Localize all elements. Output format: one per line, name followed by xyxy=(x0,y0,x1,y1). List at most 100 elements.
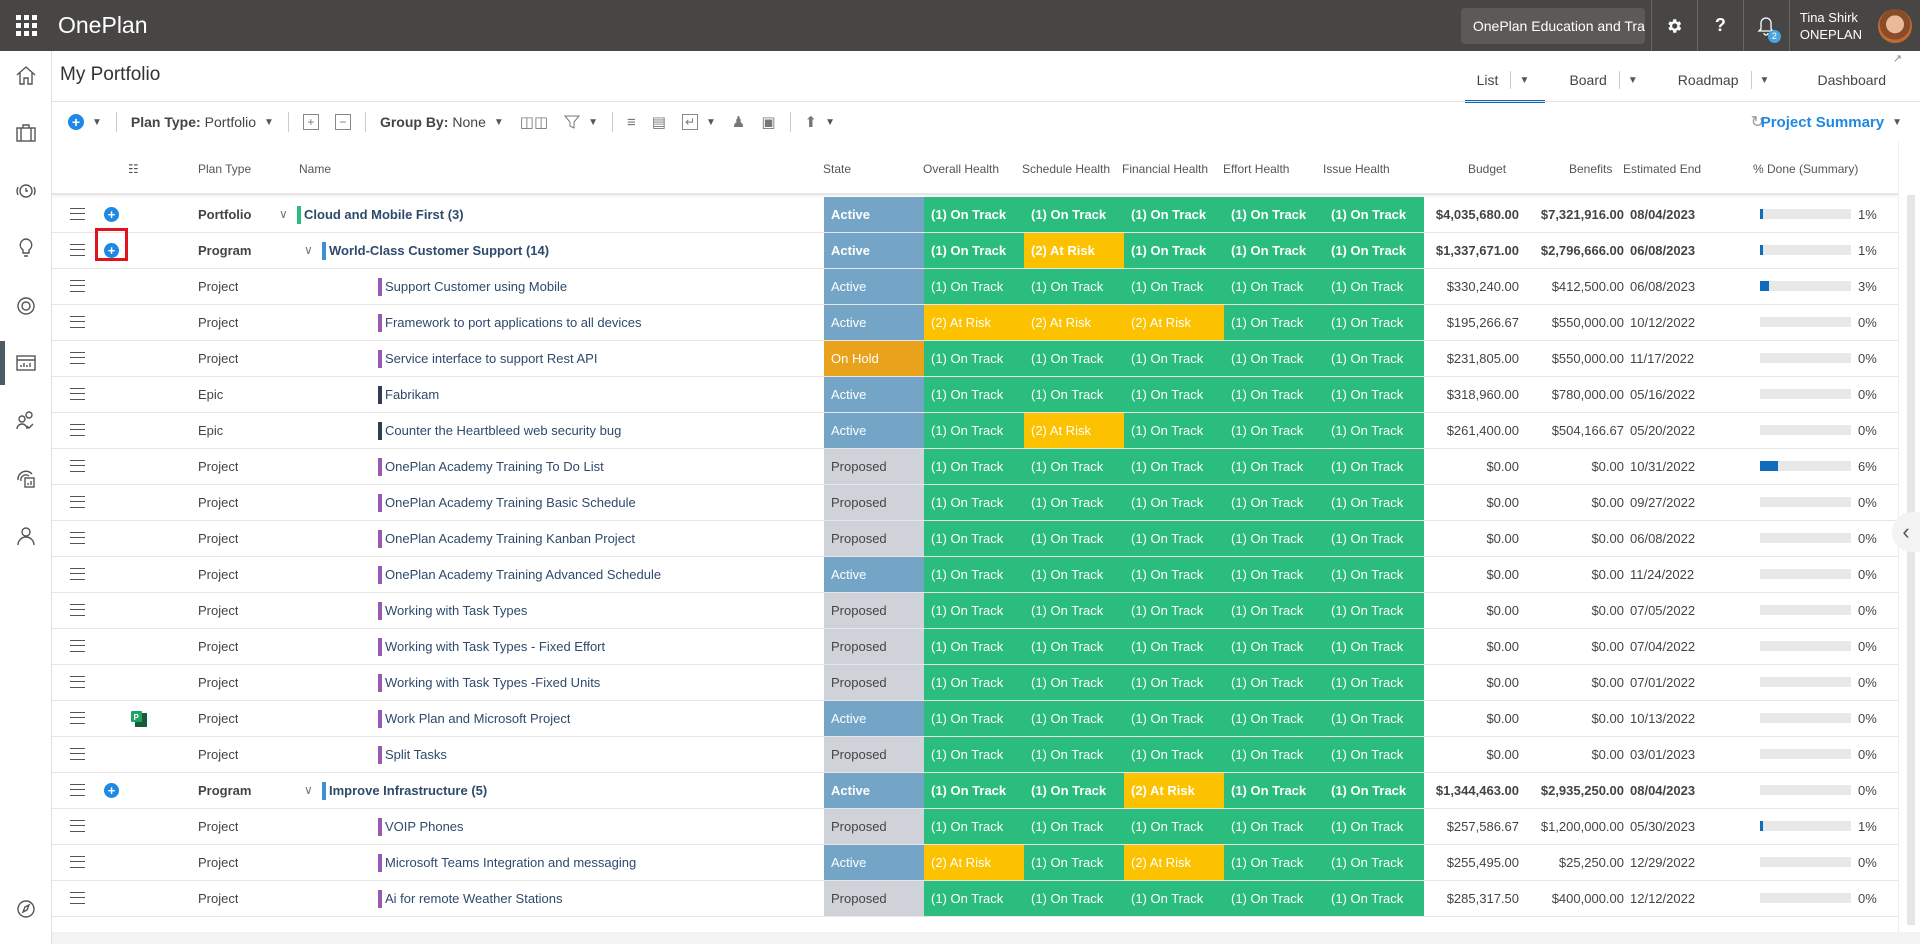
plan-name-link[interactable]: World-Class Customer Support (14) xyxy=(329,233,549,268)
table-row[interactable]: Project Service interface to support Rest… xyxy=(52,341,1898,377)
drag-handle-icon[interactable] xyxy=(70,424,85,436)
drag-handle-icon[interactable] xyxy=(70,460,85,472)
table-row[interactable]: + Program ∨ Improve Infrastructure (5) Activ… xyxy=(52,773,1898,809)
column-header-percent-done[interactable]: % Done (Summary) xyxy=(1753,162,1858,176)
plan-name-link[interactable]: Support Customer using Mobile xyxy=(385,269,567,304)
drag-handle-icon[interactable] xyxy=(70,748,85,760)
column-header-state[interactable]: State xyxy=(823,162,851,176)
table-row[interactable]: Project VOIP Phones Proposed (1) On Track (1… xyxy=(52,809,1898,845)
table-row[interactable]: Project Working with Task Types -Fixed Un… xyxy=(52,665,1898,701)
drag-handle-icon[interactable] xyxy=(70,496,85,508)
column-header-financial-health[interactable]: Financial Health xyxy=(1122,162,1208,176)
drag-handle-icon[interactable] xyxy=(70,604,85,616)
sidebar-item-explore[interactable] xyxy=(0,887,52,931)
settings-button[interactable] xyxy=(1650,0,1697,51)
notifications-button[interactable]: 2 xyxy=(1742,0,1789,51)
sidebar-item-reports[interactable] xyxy=(0,341,52,385)
plan-name-link[interactable]: OnePlan Academy Training Advanced Schedu… xyxy=(385,557,661,592)
scroll-track[interactable] xyxy=(1907,195,1915,925)
chevron-down-icon[interactable]: ∨ xyxy=(279,197,288,232)
add-plan-button[interactable]: + ▼ xyxy=(60,107,110,137)
table-row[interactable]: P Project Work Plan and Microsoft Project A… xyxy=(52,701,1898,737)
sidebar-item-home[interactable] xyxy=(0,54,52,98)
drag-handle-icon[interactable] xyxy=(70,712,85,724)
table-row[interactable]: Project Ai for remote Weather Stations Pro… xyxy=(52,881,1898,917)
plan-name-link[interactable]: Counter the Heartbleed web security bug xyxy=(385,413,621,448)
columns-button[interactable]: ◫◫ xyxy=(512,107,556,137)
chevron-down-icon[interactable]: ∨ xyxy=(304,773,313,808)
chevron-down-icon[interactable]: ∨ xyxy=(304,233,313,268)
resource-button[interactable]: ♟ xyxy=(724,107,753,137)
table-row[interactable]: Project OnePlan Academy Training Advanced… xyxy=(52,557,1898,593)
plan-name-link[interactable]: Fabrikam xyxy=(385,377,439,412)
drag-handle-icon[interactable] xyxy=(70,640,85,652)
chevron-down-icon[interactable]: ▼ xyxy=(1620,75,1646,86)
column-header-budget[interactable]: Budget xyxy=(1468,162,1506,176)
table-row[interactable]: Project Working with Task Types - Fixed E… xyxy=(52,629,1898,665)
plan-name-link[interactable]: VOIP Phones xyxy=(385,809,464,844)
drag-handle-icon[interactable] xyxy=(70,388,85,400)
plan-name-link[interactable]: Working with Task Types xyxy=(385,593,527,628)
hierarchy-icon[interactable]: ☷ xyxy=(128,162,139,176)
filter-button[interactable]: ▼ xyxy=(556,107,606,137)
column-header-overall-health[interactable]: Overall Health xyxy=(923,162,999,176)
table-row[interactable]: Project Split Tasks Proposed (1) On Track (1… xyxy=(52,737,1898,773)
table-row[interactable]: Epic Fabrikam Active (1) On Track (1) On Tra… xyxy=(52,377,1898,413)
drag-handle-icon[interactable] xyxy=(70,856,85,868)
column-header-benefits[interactable]: Benefits xyxy=(1569,162,1612,176)
sidebar-item-time[interactable] xyxy=(0,169,52,213)
plan-name-link[interactable]: OnePlan Academy Training To Do List xyxy=(385,449,604,484)
table-row[interactable]: Project OnePlan Academy Training Kanban P… xyxy=(52,521,1898,557)
plan-name-link[interactable]: Cloud and Mobile First (3) xyxy=(304,197,464,232)
financial-button[interactable]: ▣ xyxy=(753,107,783,137)
plan-name-link[interactable]: OnePlan Academy Training Basic Schedule xyxy=(385,485,636,520)
plan-type-dropdown[interactable]: Plan Type: Portfolio ▼ xyxy=(123,107,282,137)
add-child-button[interactable]: + xyxy=(104,783,119,798)
drag-handle-icon[interactable] xyxy=(70,244,85,256)
column-header-issue-health[interactable]: Issue Health xyxy=(1323,162,1390,176)
drag-handle-icon[interactable] xyxy=(70,280,85,292)
sidebar-item-resources[interactable] xyxy=(0,399,52,443)
column-header-estimated-end[interactable]: Estimated End xyxy=(1623,162,1701,176)
drag-handle-icon[interactable] xyxy=(70,568,85,580)
column-header-schedule-health[interactable]: Schedule Health xyxy=(1022,162,1110,176)
column-header-effort-health[interactable]: Effort Health xyxy=(1223,162,1289,176)
table-row[interactable]: Project OnePlan Academy Training To Do Li… xyxy=(52,449,1898,485)
tab-board[interactable]: Board ▼ xyxy=(1557,58,1645,102)
column-header-plan-type[interactable]: Plan Type xyxy=(198,162,251,176)
expand-all-button[interactable]: + xyxy=(295,107,327,137)
drag-handle-icon[interactable] xyxy=(70,352,85,364)
table-row[interactable]: Project Working with Task Types Proposed (1… xyxy=(52,593,1898,629)
drag-handle-icon[interactable] xyxy=(70,532,85,544)
gantt-button[interactable]: ▤ xyxy=(644,107,674,137)
chevron-down-icon[interactable]: ▼ xyxy=(1752,75,1778,86)
table-row[interactable]: + Portfolio ∨ Cloud and Mobile First (3) Act… xyxy=(52,197,1898,233)
add-child-button[interactable]: + xyxy=(104,207,119,222)
plan-name-link[interactable]: Ai for remote Weather Stations xyxy=(385,881,563,916)
project-summary-dropdown[interactable]: Project Summary ▼ xyxy=(1761,107,1902,137)
drag-handle-icon[interactable] xyxy=(70,820,85,832)
plan-name-link[interactable]: OnePlan Academy Training Kanban Project xyxy=(385,521,635,556)
table-row[interactable]: Epic Counter the Heartbleed web security … xyxy=(52,413,1898,449)
sidebar-item-profile[interactable] xyxy=(0,514,52,558)
collapse-all-button[interactable]: − xyxy=(327,107,359,137)
plan-name-link[interactable]: Split Tasks xyxy=(385,737,447,772)
drag-handle-icon[interactable] xyxy=(70,892,85,904)
table-row[interactable]: Project Support Customer using Mobile Acti… xyxy=(52,269,1898,305)
plan-name-link[interactable]: Working with Task Types -Fixed Units xyxy=(385,665,600,700)
tab-roadmap[interactable]: Roadmap ▼ xyxy=(1666,58,1778,102)
sidebar-item-portfolio[interactable] xyxy=(0,111,52,155)
drag-handle-icon[interactable] xyxy=(70,676,85,688)
plan-name-link[interactable]: Service interface to support Rest API xyxy=(385,341,597,376)
site-selector[interactable]: OnePlan Education and Training xyxy=(1460,7,1645,44)
user-menu[interactable]: Tina Shirk ONEPLAN xyxy=(1788,0,1920,51)
help-button[interactable]: ? xyxy=(1696,0,1743,51)
app-launcher-button[interactable] xyxy=(0,0,52,51)
sidebar-item-analytics[interactable] xyxy=(0,456,52,500)
drag-handle-icon[interactable] xyxy=(70,316,85,328)
export-button[interactable]: ⬆ ▼ xyxy=(797,107,843,137)
sidebar-item-goals[interactable] xyxy=(0,284,52,328)
plan-name-link[interactable]: Working with Task Types - Fixed Effort xyxy=(385,629,605,664)
plan-name-link[interactable]: Improve Infrastructure (5) xyxy=(329,773,487,808)
group-by-dropdown[interactable]: Group By: None ▼ xyxy=(372,107,512,137)
